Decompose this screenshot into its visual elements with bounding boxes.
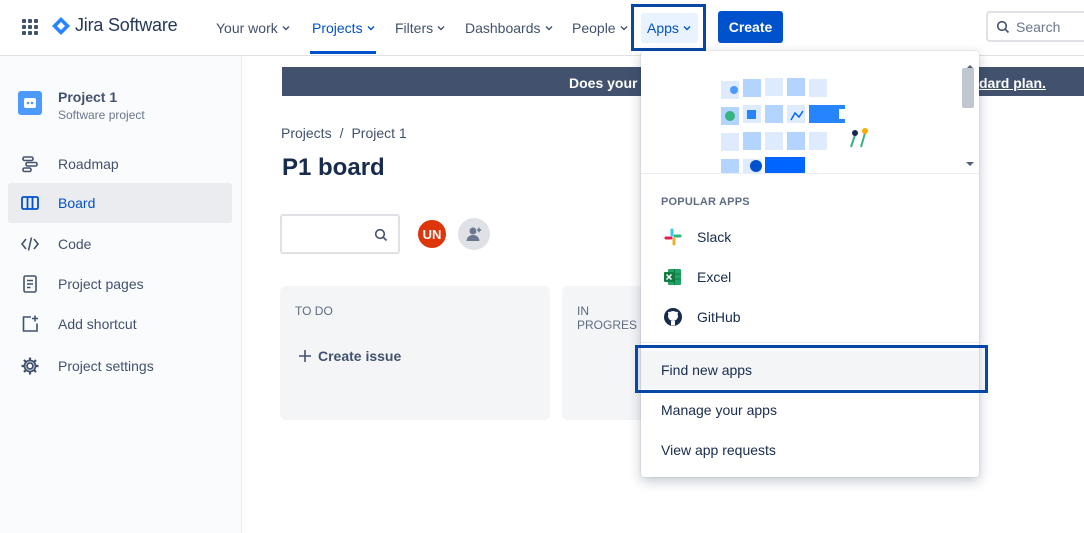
chevron-down-icon [367, 26, 375, 31]
create-issue-label: Create issue [318, 348, 402, 364]
plus-icon [299, 350, 311, 362]
breadcrumb-project-1[interactable]: Project 1 [351, 125, 406, 141]
marketplace-illustration-icon [721, 78, 868, 173]
page-icon [23, 275, 37, 293]
roadmap-icon [22, 156, 38, 173]
chevron-down-icon [437, 26, 445, 31]
nav-filters-label: Filters [395, 20, 434, 36]
dropdown-divider [641, 173, 979, 174]
breadcrumb: Projects / Project 1 [281, 125, 407, 141]
sidebar-item-label: Add shortcut [58, 316, 137, 332]
apps-highlight-box [631, 4, 706, 51]
sidebar-item-project-settings[interactable]: Project settings [8, 346, 232, 386]
add-person-icon [466, 226, 483, 241]
project-sidebar: Project 1 Software project Roadmap Board… [0, 56, 242, 533]
view-app-requests-item[interactable]: View app requests [641, 430, 979, 470]
app-item-label: Slack [697, 229, 732, 245]
app-item-label: Excel [697, 269, 732, 285]
column-title: IN PROGRES [577, 304, 638, 332]
board-column-todo: TO DO Create issue [280, 286, 550, 420]
board-search-input[interactable] [280, 214, 400, 254]
sidebar-item-add-shortcut[interactable]: Add shortcut [8, 304, 232, 344]
app-item-github[interactable]: GitHub [641, 297, 979, 337]
manage-your-apps-item[interactable]: Manage your apps [641, 390, 979, 430]
sidebar-item-label: Project settings [58, 358, 154, 374]
avatar[interactable]: UN [416, 218, 448, 250]
add-people-button[interactable] [458, 218, 490, 250]
code-icon [20, 237, 40, 251]
nav-people[interactable]: People [572, 18, 629, 38]
sidebar-item-board[interactable]: Board [8, 183, 232, 223]
excel-icon [664, 269, 681, 285]
logo-text: Jira Software [75, 15, 178, 35]
app-switcher-icon[interactable] [20, 17, 40, 37]
page-title: P1 board [282, 154, 385, 181]
sidebar-item-project-pages[interactable]: Project pages [8, 264, 232, 304]
project-name: Project 1 [58, 89, 118, 105]
sidebar-item-label: Board [58, 195, 96, 211]
search-icon [996, 20, 1010, 33]
nav-your-work-label: Your work [216, 20, 278, 36]
nav-active-indicator [310, 51, 376, 54]
breadcrumb-separator: / [339, 125, 344, 141]
sidebar-item-roadmap[interactable]: Roadmap [8, 144, 232, 184]
chevron-down-icon [282, 26, 290, 31]
nav-dashboards[interactable]: Dashboards [465, 18, 554, 38]
create-button[interactable]: Create [718, 11, 783, 43]
nav-dashboards-label: Dashboards [465, 20, 541, 36]
nav-people-label: People [572, 20, 616, 36]
nav-projects[interactable]: Projects [312, 18, 376, 38]
apps-marketplace-illustration [641, 51, 961, 173]
nav-your-work[interactable]: Your work [216, 18, 291, 38]
banner-text: Does your t [569, 75, 647, 91]
sidebar-item-label: Code [58, 236, 92, 252]
github-icon [664, 308, 682, 326]
app-item-slack[interactable]: Slack [641, 217, 979, 257]
jira-logo-icon [52, 16, 70, 35]
nav-projects-label: Projects [312, 20, 363, 36]
popular-apps-heading: POPULAR APPS [661, 196, 750, 208]
nav-filters[interactable]: Filters [395, 18, 446, 38]
chevron-down-icon [545, 26, 552, 31]
breadcrumb-projects[interactable]: Projects [281, 125, 332, 141]
sidebar-item-code[interactable]: Code [8, 224, 232, 264]
banner-link[interactable]: dard plan. [979, 75, 1046, 91]
board-column-in-progress: IN PROGRES [562, 286, 642, 420]
chevron-down-icon [620, 26, 628, 31]
board-icon [21, 196, 39, 210]
app-item-excel[interactable]: Excel [641, 257, 979, 297]
view-app-requests-label: View app requests [661, 442, 776, 458]
find-new-apps-highlight-box [635, 345, 988, 393]
search-placeholder: Search [1016, 18, 1061, 35]
project-type: Software project [58, 108, 145, 122]
scrollbar-thumb[interactable] [962, 68, 974, 108]
top-navigation: Jira Software Your work Projects Filters… [0, 0, 1084, 56]
search-icon [374, 228, 388, 242]
column-title: TO DO [295, 304, 333, 318]
dropdown-divider [641, 342, 979, 343]
app-item-label: GitHub [697, 309, 741, 325]
manage-your-apps-label: Manage your apps [661, 402, 777, 418]
gear-icon [21, 357, 39, 375]
sidebar-item-label: Roadmap [58, 156, 119, 172]
add-shortcut-icon [22, 315, 38, 332]
create-issue-button[interactable]: Create issue [298, 348, 401, 364]
project-avatar[interactable] [18, 91, 42, 115]
global-search-input[interactable]: Search [986, 11, 1084, 42]
slack-icon [664, 228, 682, 246]
sidebar-item-label: Project pages [58, 276, 144, 292]
jira-logo[interactable]: Jira Software [52, 15, 178, 36]
project-avatar-icon [24, 98, 36, 108]
